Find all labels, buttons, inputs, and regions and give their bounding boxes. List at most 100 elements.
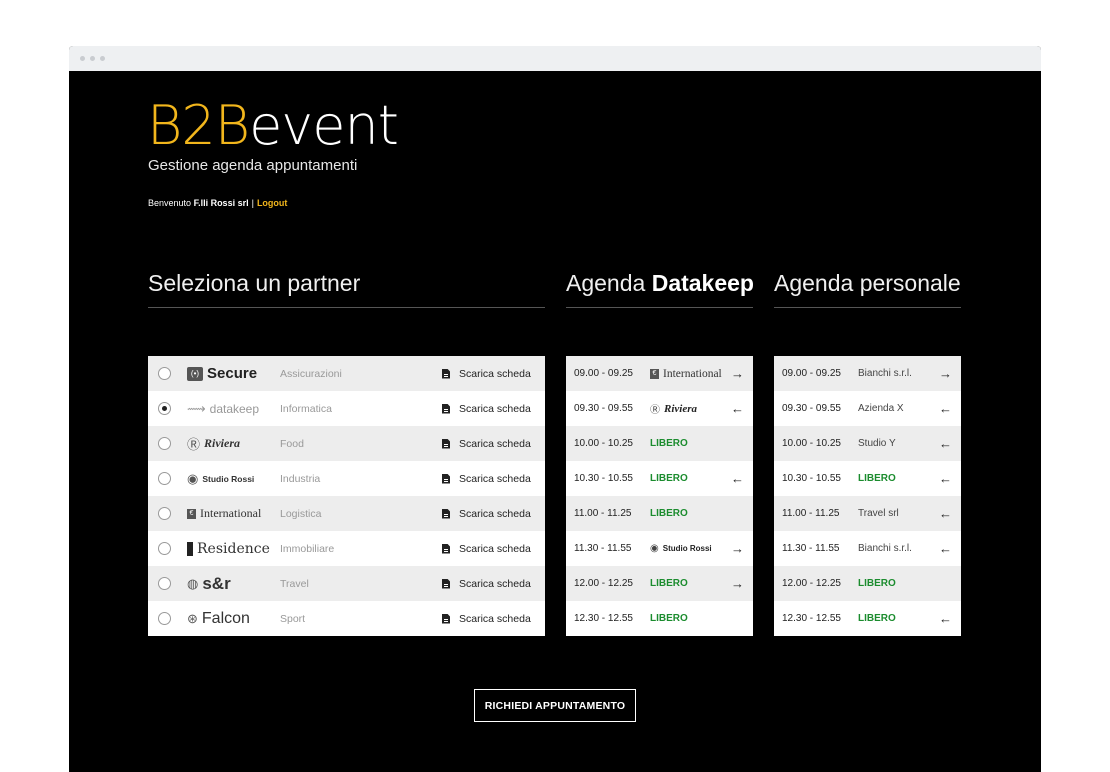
download-sheet-link[interactable]: Scarica scheda: [442, 613, 531, 625]
partner-logo-icon: ⊛: [187, 610, 198, 626]
brand-b2b: B2B: [147, 94, 250, 157]
partner-radio[interactable]: [158, 402, 171, 415]
section-title-agenda: Agenda Datakeep: [566, 269, 754, 308]
agenda-slot-row[interactable]: 11.30 - 11.55 Bianchi s.r.l. ←: [774, 531, 961, 566]
slot-time: 09.00 - 09.25: [782, 368, 841, 379]
download-sheet-label: Scarica scheda: [459, 472, 531, 485]
slot-free-label: LIBERO: [650, 473, 688, 484]
agenda-slot-row[interactable]: 12.30 - 12.55 LIBERO: [566, 601, 753, 636]
arrow-right-icon[interactable]: →: [731, 576, 753, 591]
agenda-partner-name: Datakeep: [651, 270, 754, 296]
slot-partner-name: Studio Rossi: [662, 544, 712, 553]
download-sheet-label: Scarica scheda: [459, 402, 531, 415]
partner-row[interactable]: Residence Immobiliare Scarica scheda: [148, 531, 545, 566]
partner-logo: ⊛ Falcon: [187, 610, 280, 628]
brand-event: event: [249, 94, 399, 157]
window-dot-icon: [100, 56, 105, 61]
arrow-left-icon[interactable]: ←: [939, 506, 961, 521]
slot-partner: ◉ Studio Rossi: [650, 543, 731, 554]
arrow-right-icon[interactable]: →: [731, 366, 753, 381]
arrow-left-icon[interactable]: ←: [731, 471, 753, 486]
brand-logo: B2Bevent: [147, 99, 399, 153]
document-icon: [442, 473, 450, 484]
slot-free-label: LIBERO: [650, 508, 688, 519]
agenda-slot-row[interactable]: 12.00 - 12.25 LIBERO: [774, 566, 961, 601]
agenda-slot-row[interactable]: 11.30 - 11.55 ◉ Studio Rossi →: [566, 531, 753, 566]
partner-logo-name: Falcon: [201, 609, 250, 627]
slot-free-label: LIBERO: [858, 578, 896, 589]
welcome-bar: Benvenuto F.lli Rossi srl | Logout: [148, 198, 287, 208]
arrow-left-icon[interactable]: ←: [939, 541, 961, 556]
arrow-left-icon[interactable]: ←: [939, 471, 961, 486]
agenda-slot-row[interactable]: 10.00 - 10.25 LIBERO: [566, 426, 753, 461]
partner-row[interactable]: ⟿ datakeep Informatica Scarica scheda: [148, 391, 545, 426]
partner-row[interactable]: ◍ s&r Travel Scarica scheda: [148, 566, 545, 601]
document-icon: [442, 438, 450, 449]
download-sheet-link[interactable]: Scarica scheda: [442, 508, 531, 520]
slot-time: 09.30 - 09.55: [574, 403, 633, 414]
partner-radio[interactable]: [158, 542, 171, 555]
partner-category: Assicurazioni: [280, 367, 342, 380]
document-icon: [442, 368, 450, 379]
download-sheet-link[interactable]: Scarica scheda: [442, 578, 531, 590]
partner-radio[interactable]: [158, 472, 171, 485]
slot-time: 11.00 - 11.25: [574, 508, 632, 519]
agenda-slot-row[interactable]: 12.30 - 12.55 LIBERO ←: [774, 601, 961, 636]
slot-partner: Azienda X: [858, 403, 904, 414]
document-icon: [442, 613, 450, 624]
download-sheet-link[interactable]: Scarica scheda: [442, 438, 531, 450]
partner-radio[interactable]: [158, 612, 171, 625]
partner-row[interactable]: Ⓡ Riviera Food Scarica scheda: [148, 426, 545, 461]
window-dot-icon: [90, 56, 95, 61]
partner-radio[interactable]: [158, 507, 171, 520]
arrow-left-icon[interactable]: ←: [731, 401, 753, 416]
partner-radio[interactable]: [158, 367, 171, 380]
slot-time: 10.30 - 10.55: [574, 473, 633, 484]
agenda-slot-row[interactable]: 10.30 - 10.55 LIBERO ←: [774, 461, 961, 496]
partner-category: Informatica: [280, 402, 332, 415]
arrow-right-icon[interactable]: →: [939, 366, 961, 381]
partner-radio[interactable]: [158, 577, 171, 590]
agenda-slot-row[interactable]: 10.30 - 10.55 LIBERO ←: [566, 461, 753, 496]
slot-time: 12.30 - 12.55: [574, 613, 633, 624]
partner-category: Immobiliare: [280, 542, 335, 555]
agenda-slot-row[interactable]: 11.00 - 11.25 Travel srl ←: [774, 496, 961, 531]
agenda-slot-row[interactable]: 12.00 - 12.25 LIBERO →: [566, 566, 753, 601]
download-sheet-link[interactable]: Scarica scheda: [442, 473, 531, 485]
partner-row[interactable]: (•) Secure Assicurazioni Scarica scheda: [148, 356, 545, 391]
arrow-left-icon[interactable]: ←: [939, 436, 961, 451]
agenda-slot-row[interactable]: 11.00 - 11.25 LIBERO: [566, 496, 753, 531]
partner-row[interactable]: ◉ Studio Rossi Industria Scarica scheda: [148, 461, 545, 496]
download-sheet-link[interactable]: Scarica scheda: [442, 403, 531, 415]
partner-agenda-list: 09.00 - 09.25 € International → 09.30 - 09.5…: [566, 356, 753, 636]
welcome-separator: |: [251, 198, 254, 208]
slot-time: 12.00 - 12.25: [782, 578, 841, 589]
agenda-slot-row[interactable]: 09.00 - 09.25 € International →: [566, 356, 753, 391]
download-sheet-label: Scarica scheda: [459, 367, 531, 380]
arrow-right-icon[interactable]: →: [731, 541, 753, 556]
slot-time: 10.30 - 10.55: [782, 473, 841, 484]
window-dot-icon: [80, 56, 85, 61]
partner-row[interactable]: ⊛ Falcon Sport Scarica scheda: [148, 601, 545, 636]
agenda-slot-row[interactable]: 09.30 - 09.55 Ⓡ Riviera ←: [566, 391, 753, 426]
partner-category: Logistica: [280, 507, 322, 520]
brand-tagline: Gestione agenda appuntamenti: [148, 157, 358, 174]
download-sheet-link[interactable]: Scarica scheda: [442, 368, 531, 380]
partner-logo-name: s&r: [202, 573, 231, 593]
arrow-left-icon[interactable]: ←: [939, 401, 961, 416]
partner-radio[interactable]: [158, 437, 171, 450]
agenda-slot-row[interactable]: 09.30 - 09.55 Azienda X ←: [774, 391, 961, 426]
download-sheet-link[interactable]: Scarica scheda: [442, 543, 531, 555]
logout-link[interactable]: Logout: [257, 198, 288, 208]
partner-logo-icon: €: [187, 508, 196, 519]
request-appointment-button[interactable]: RICHIEDI APPUNTAMENTO: [474, 689, 636, 722]
partner-row[interactable]: € International Logistica Scarica scheda: [148, 496, 545, 531]
partner-logo-icon: [187, 541, 193, 556]
slot-partner: Bianchi s.r.l.: [858, 368, 912, 379]
agenda-slot-row[interactable]: 09.00 - 09.25 Bianchi s.r.l. →: [774, 356, 961, 391]
slot-time: 09.30 - 09.55: [782, 403, 841, 414]
page-content: B2Bevent Gestione agenda appuntamenti Be…: [69, 71, 1041, 772]
arrow-left-icon[interactable]: ←: [939, 611, 961, 626]
agenda-slot-row[interactable]: 10.00 - 10.25 Studio Y ←: [774, 426, 961, 461]
slot-time: 10.00 - 10.25: [574, 438, 633, 449]
